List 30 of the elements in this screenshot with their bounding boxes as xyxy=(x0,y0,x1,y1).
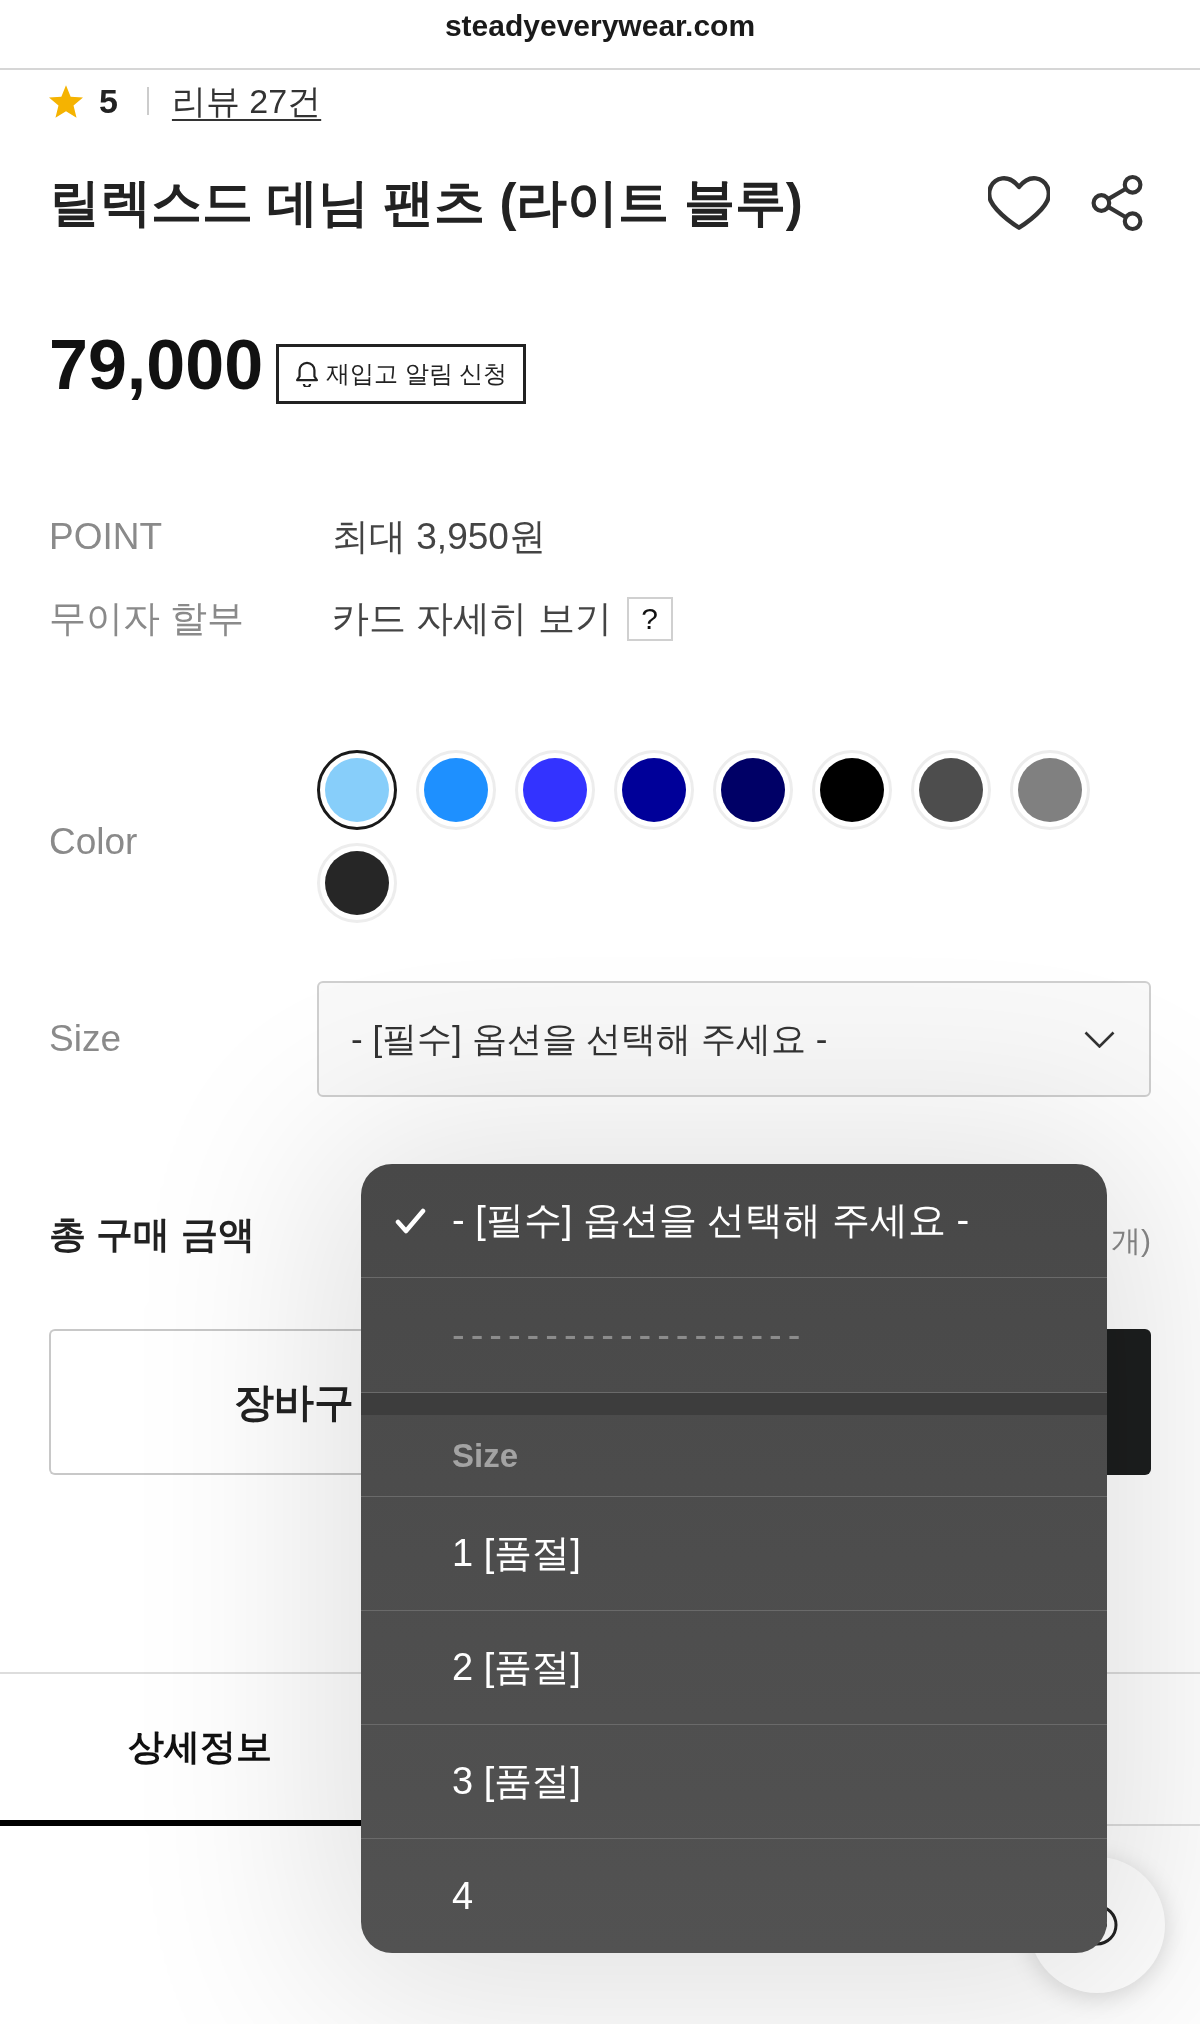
info-label: 무이자 할부 xyxy=(49,597,246,642)
menu-item[interactable]: 1 [품절] xyxy=(361,1497,1107,1611)
share-icon[interactable] xyxy=(1091,174,1143,232)
total-label: 총 구매 금액 xyxy=(49,1213,255,1258)
total-count: 개) xyxy=(1111,1222,1151,1259)
price: 79,000 xyxy=(49,325,264,405)
separator-text: ------------------- xyxy=(452,1312,807,1358)
option-label: Size xyxy=(49,1017,122,1062)
site-address: steadyeverywear.com xyxy=(444,8,756,44)
menu-item[interactable]: 2 [품절] xyxy=(361,1611,1107,1725)
review-link[interactable]: 리뷰 27건 xyxy=(171,81,322,121)
heart-icon[interactable] xyxy=(988,176,1050,230)
info-value: 카드 자세히 보기 xyxy=(332,597,612,642)
restock-alert-button[interactable]: 재입고 알림 신청 xyxy=(276,344,527,404)
bell-icon xyxy=(295,361,320,387)
menu-item[interactable]: - [필수] 옵션을 선택해 주세요 - xyxy=(361,1164,1107,1278)
info-value: 최대 3,950원 xyxy=(332,515,546,560)
option-label: Color xyxy=(49,819,139,864)
size-select[interactable]: - [필수] 옵션을 선택해 주세요 - xyxy=(317,981,1151,1097)
star-icon xyxy=(49,84,83,118)
rating-score: 5 xyxy=(99,81,118,121)
info-label: POINT xyxy=(49,515,164,560)
help-button[interactable]: ? xyxy=(626,597,673,641)
chevron-down-icon xyxy=(1084,1030,1115,1048)
group-label: Size xyxy=(452,1435,519,1476)
cart-button[interactable]: 장바구 xyxy=(49,1329,361,1475)
menu-item[interactable]: 4 xyxy=(361,1839,1107,1953)
menu-item[interactable]: 3 [품절] xyxy=(361,1725,1107,1839)
product-title: 릴렉스드 데님 팬츠 (라이트 블루) xyxy=(49,173,803,233)
checkmark-icon xyxy=(395,1207,426,1234)
